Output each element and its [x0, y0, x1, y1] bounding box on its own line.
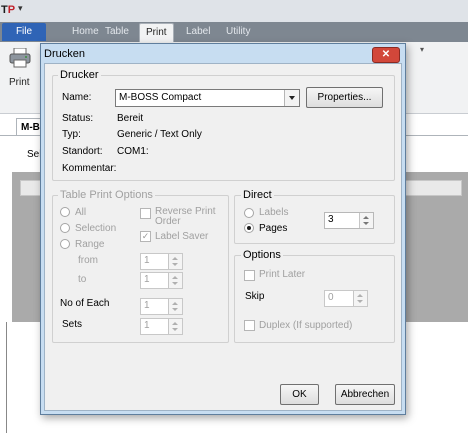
- to-value: 1: [144, 274, 150, 285]
- print-later-checkbox[interactable]: [244, 270, 255, 281]
- radio-range[interactable]: [60, 239, 70, 249]
- tab-utility[interactable]: Utility: [220, 23, 256, 41]
- spin-down-icon[interactable]: [363, 222, 369, 225]
- printer-group-legend: Drucker: [58, 69, 101, 81]
- document-left-border: [6, 322, 7, 433]
- tab-table[interactable]: Table: [99, 23, 135, 41]
- reverse-print-order-checkbox[interactable]: [140, 208, 151, 219]
- location-label: Standort:: [62, 146, 103, 157]
- from-stepper[interactable]: 1: [140, 253, 183, 270]
- printer-name-select[interactable]: M-BOSS Compact: [115, 89, 300, 107]
- comment-label: Kommentar:: [62, 163, 117, 174]
- type-value: Generic / Text Only: [117, 129, 202, 140]
- print-button-label[interactable]: Print: [9, 77, 30, 88]
- spin-down-icon[interactable]: [357, 300, 363, 303]
- sets-label: Sets: [62, 319, 83, 330]
- chevron-down-icon[interactable]: [284, 90, 299, 106]
- radio-selection[interactable]: [60, 223, 70, 233]
- spin-down-icon[interactable]: [172, 282, 178, 285]
- print-later-label: Print Later: [259, 269, 306, 280]
- type-label: Typ:: [62, 129, 81, 140]
- printer-name-label: Name:: [62, 92, 92, 103]
- table-print-options-legend: Table Print Options: [58, 189, 155, 201]
- spin-up-icon[interactable]: [172, 257, 178, 260]
- app-title-bar: [0, 0, 468, 22]
- radio-all[interactable]: [60, 207, 70, 217]
- spin-up-icon[interactable]: [357, 294, 363, 297]
- radio-labels-label: Labels: [259, 207, 289, 218]
- from-value: 1: [144, 255, 150, 266]
- sets-value: 1: [144, 320, 150, 331]
- no-of-each-label: No of Each: [60, 298, 110, 309]
- ribbon-combo-arrow-icon[interactable]: ▾: [420, 45, 432, 59]
- skip-value: 0: [328, 292, 334, 303]
- no-of-each-stepper[interactable]: 1: [140, 298, 183, 315]
- properties-button[interactable]: Properties...: [306, 87, 383, 108]
- radio-pages[interactable]: [244, 223, 254, 233]
- tab-print[interactable]: Print: [139, 23, 174, 42]
- location-value: COM1:: [117, 146, 149, 157]
- radio-labels[interactable]: [244, 208, 254, 218]
- reverse-print-order-label-2: Order: [155, 216, 181, 227]
- options-legend: Options: [241, 249, 283, 261]
- radio-range-label: Range: [75, 239, 105, 250]
- spin-up-icon[interactable]: [172, 276, 178, 279]
- from-label: from: [78, 255, 98, 266]
- direct-count-value: 3: [328, 214, 334, 225]
- direct-count-stepper[interactable]: 3: [324, 212, 374, 229]
- spin-up-icon[interactable]: [172, 302, 178, 305]
- spin-down-icon[interactable]: [172, 263, 178, 266]
- tab-file[interactable]: File: [2, 23, 46, 41]
- no-of-each-value: 1: [144, 300, 150, 311]
- to-stepper[interactable]: 1: [140, 272, 183, 289]
- status-label: Status:: [62, 113, 94, 124]
- spin-down-icon[interactable]: [172, 308, 178, 311]
- spin-down-icon[interactable]: [172, 328, 178, 331]
- sets-stepper[interactable]: 1: [140, 318, 183, 335]
- app-logo-t: T: [1, 4, 8, 16]
- spin-up-icon[interactable]: [363, 216, 369, 219]
- printer-name-value: M-BOSS Compact: [119, 92, 202, 103]
- status-value: Bereit: [117, 113, 144, 124]
- to-label: to: [78, 274, 87, 285]
- label-saver-checkbox[interactable]: ✓: [140, 231, 151, 242]
- radio-all-label: All: [75, 207, 87, 218]
- printer-icon[interactable]: [9, 47, 31, 68]
- duplex-label: Duplex (If supported): [259, 320, 353, 331]
- label-saver-label: Label Saver: [155, 231, 209, 242]
- quick-access-dropdown-icon[interactable]: ▾: [18, 3, 23, 14]
- close-icon[interactable]: ✕: [372, 47, 400, 63]
- direct-legend: Direct: [241, 189, 274, 201]
- duplex-checkbox[interactable]: [244, 320, 255, 331]
- tab-label[interactable]: Label: [180, 23, 216, 41]
- app-logo[interactable]: TP: [1, 2, 18, 19]
- skip-stepper[interactable]: 0: [324, 290, 368, 307]
- dialog-title: Drucken: [44, 48, 85, 60]
- ok-button[interactable]: OK: [280, 384, 319, 405]
- radio-selection-label: Selection: [75, 223, 117, 234]
- cancel-button[interactable]: Abbrechen: [335, 384, 395, 405]
- radio-pages-label: Pages: [259, 223, 288, 234]
- spin-up-icon[interactable]: [172, 322, 178, 325]
- skip-label: Skip: [245, 291, 265, 302]
- app-logo-p: P: [7, 4, 16, 16]
